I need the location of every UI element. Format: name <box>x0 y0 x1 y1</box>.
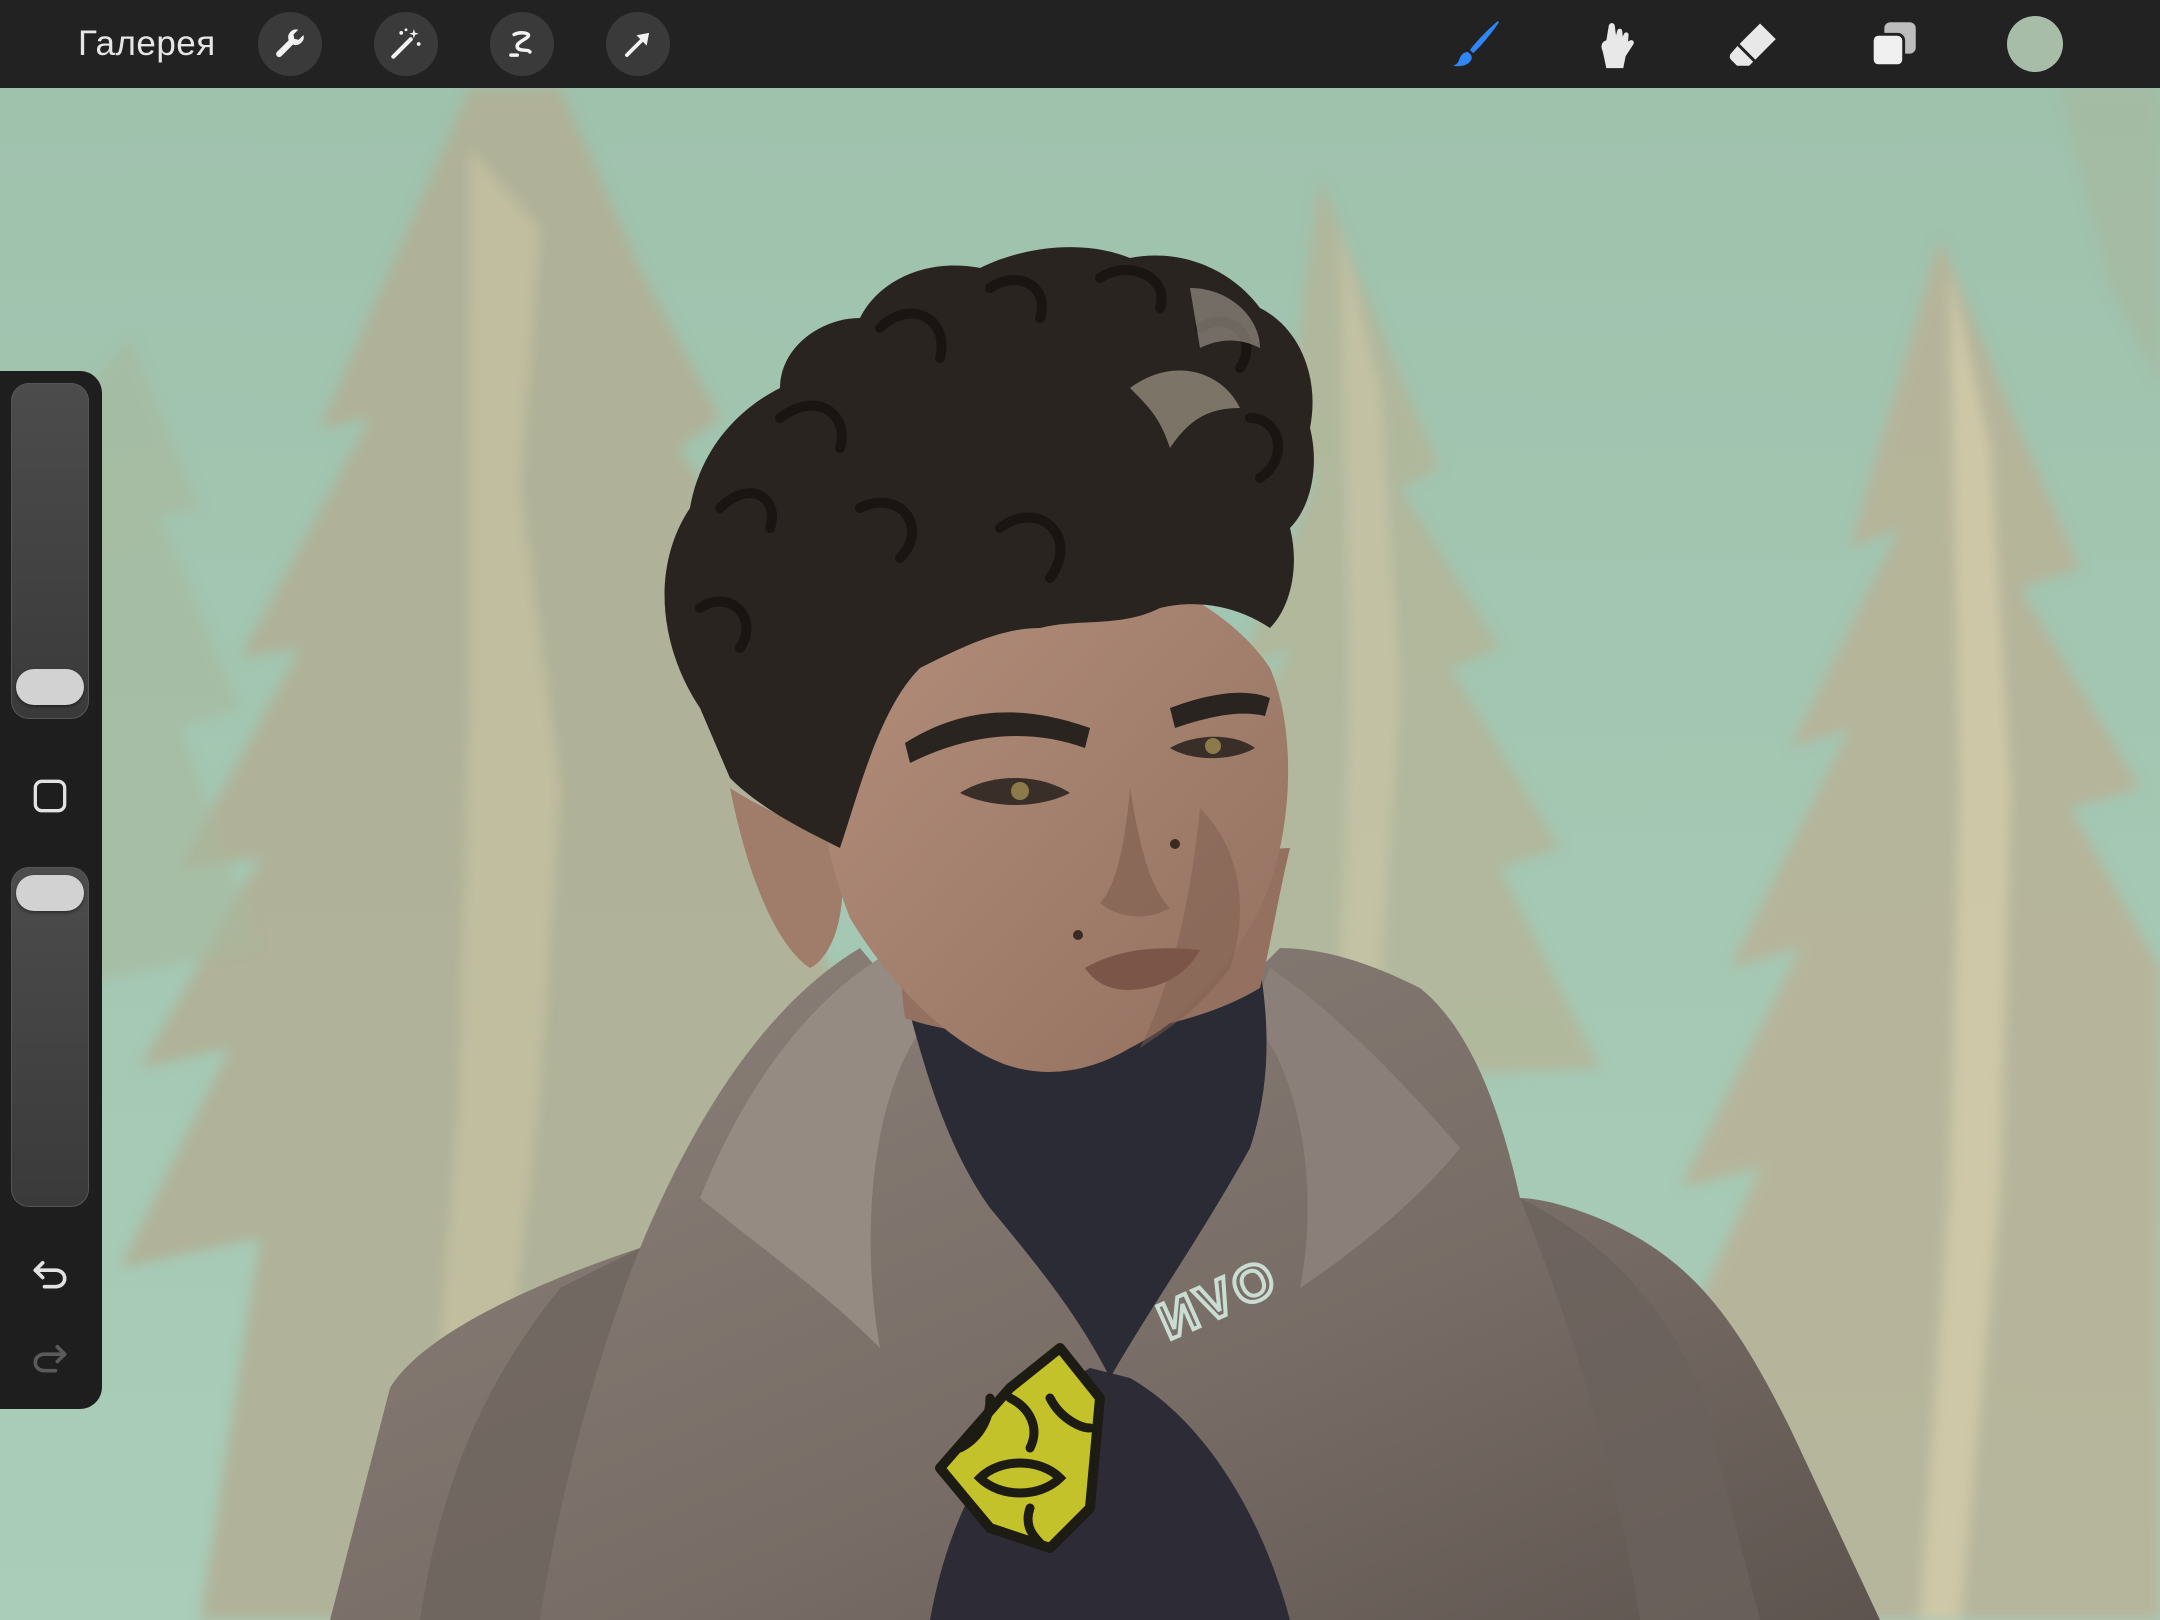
adjustments-button[interactable] <box>374 12 438 76</box>
redo-icon <box>33 1345 67 1373</box>
artwork: ИVO <box>0 88 2160 1620</box>
layers-button[interactable] <box>1862 12 1926 76</box>
eraser-tool-button[interactable] <box>1722 12 1786 76</box>
smudge-tool-button[interactable] <box>1584 12 1648 76</box>
color-picker-button[interactable] <box>2007 16 2063 72</box>
modify-button[interactable] <box>27 773 73 819</box>
modify-square-icon <box>33 779 67 813</box>
drawing-canvas[interactable]: ИVO <box>0 88 2160 1620</box>
actions-button[interactable] <box>258 12 322 76</box>
selection-icon <box>509 31 532 57</box>
smudge-icon <box>1601 23 1634 69</box>
selection-button[interactable] <box>490 12 554 76</box>
transform-arrow-icon <box>625 32 650 57</box>
magic-wand-icon <box>391 28 421 59</box>
opacity-slider[interactable] <box>11 867 89 1207</box>
brush-tool-button[interactable] <box>1444 12 1508 76</box>
wrench-icon <box>276 29 304 58</box>
undo-button[interactable] <box>27 1249 73 1295</box>
redo-button[interactable] <box>27 1333 73 1379</box>
opacity-thumb[interactable] <box>16 875 84 911</box>
eraser-icon <box>1729 23 1776 66</box>
brush-size-slider[interactable] <box>11 383 89 719</box>
left-sidebar <box>0 371 102 1409</box>
brush-icon <box>1453 21 1499 67</box>
transform-button[interactable] <box>606 12 670 76</box>
undo-icon <box>33 1261 67 1289</box>
top-toolbar: Галерея <box>0 0 2160 88</box>
gallery-button[interactable]: Галерея <box>78 18 216 70</box>
brush-size-thumb[interactable] <box>16 669 84 705</box>
layers-icon <box>1870 22 1916 68</box>
